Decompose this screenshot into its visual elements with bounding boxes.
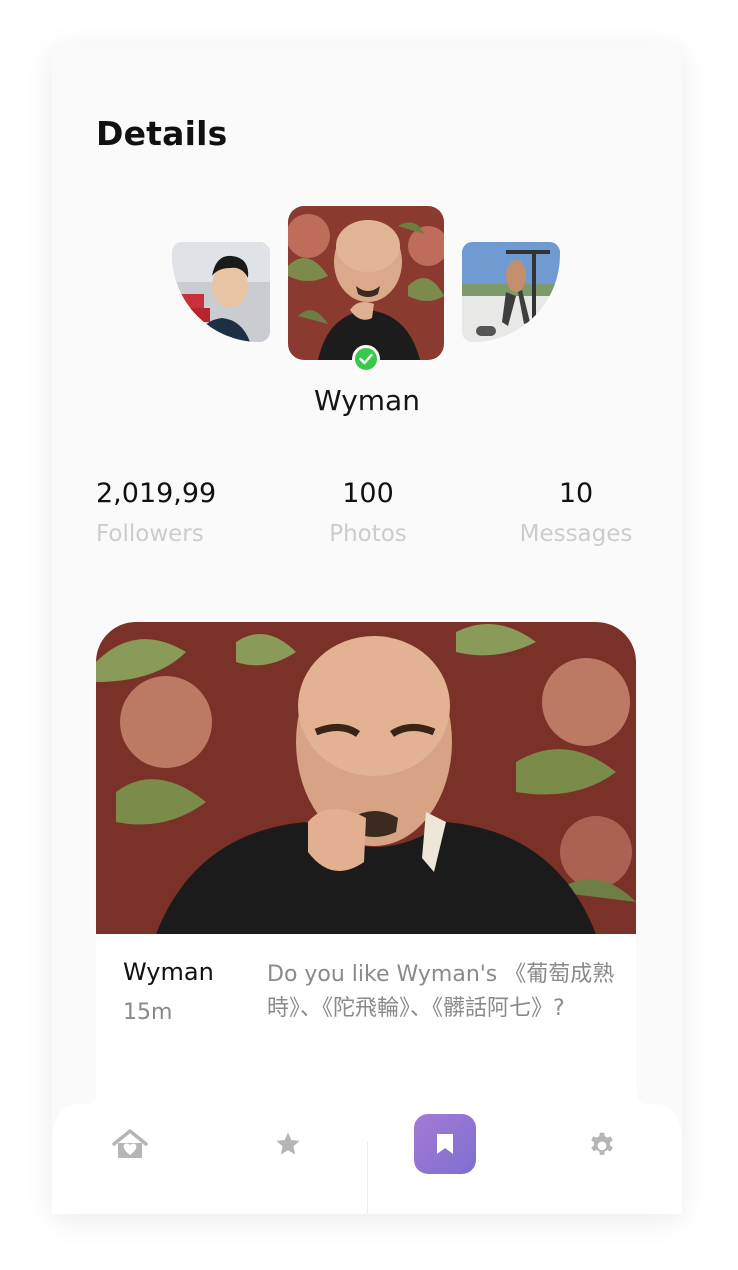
bookmark-icon [437,1134,453,1154]
bottom-nav [52,1074,682,1214]
messages-label: Messages [519,521,633,547]
nav-settings[interactable] [582,1124,622,1164]
right-avatar[interactable] [462,242,560,342]
post-author[interactable]: Wyman [123,958,214,986]
nav-divider [367,1142,368,1214]
verified-badge [352,345,380,373]
stat-photos[interactable]: 100 Photos [326,478,410,547]
nav-home[interactable] [110,1124,150,1164]
checkmark-icon [359,353,373,365]
page-title: Details [96,114,228,153]
messages-count: 10 [558,478,594,509]
photos-count: 100 [342,478,394,509]
nav-favorites[interactable] [268,1124,308,1164]
followers-count: 2,019,99 [96,478,217,509]
star-icon [276,1132,300,1155]
post-time: 15m [123,1000,173,1025]
profile-name: Wyman [314,384,420,417]
nav-bookmarks[interactable] [414,1114,476,1174]
post-text: Do you like Wyman's 《葡萄成熟時》、《陀飛輪》、《髒話阿七》… [267,962,615,1021]
followers-label: Followers [96,521,204,547]
post-body: Wyman 15m Do you like Wyman's 《葡萄成熟時》、《陀… [96,934,636,1094]
post-photo[interactable] [96,622,636,934]
stat-messages[interactable]: 10 Messages [516,478,636,547]
gear-icon [591,1132,613,1155]
left-avatar[interactable] [172,242,270,342]
details-card: Details Wyman 2,019,99 Followers 100 Pho… [52,44,682,1214]
main-avatar[interactable] [288,206,444,360]
stat-followers[interactable]: 2,019,99 Followers [96,478,216,547]
photos-label: Photos [329,521,407,547]
home-heart-icon [112,1129,148,1158]
